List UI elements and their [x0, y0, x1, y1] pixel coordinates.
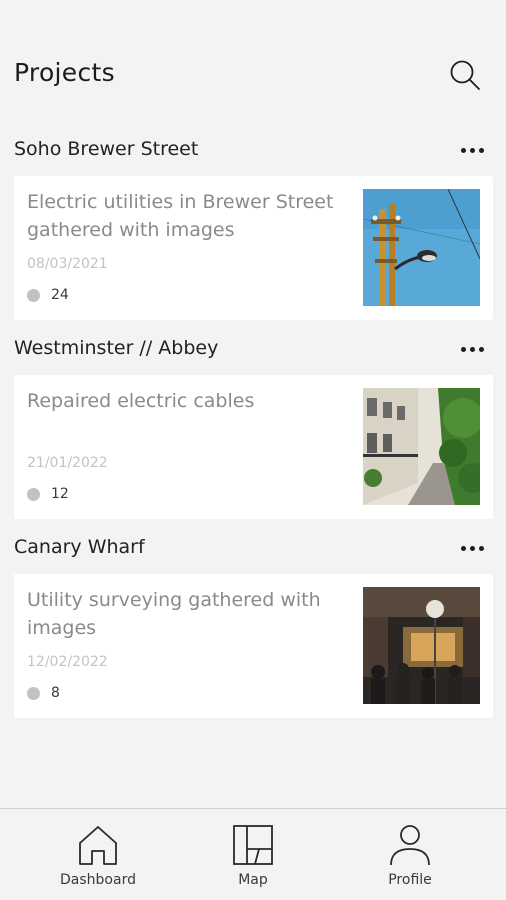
residential-street-photo	[363, 388, 480, 505]
more-dot-icon	[469, 545, 475, 551]
project-header: Westminster // Abbey	[0, 329, 506, 369]
more-dot-icon	[469, 147, 475, 153]
nav-profile-label: Profile	[388, 872, 432, 888]
project-section: Soho Brewer Street Electric utilities in…	[0, 130, 506, 320]
home-icon	[76, 823, 120, 867]
street-lamp-photo	[363, 189, 480, 306]
project-card[interactable]: Utility surveying gathered with images 1…	[14, 574, 493, 718]
project-description: Repaired electric cables	[27, 390, 255, 412]
more-dot-icon	[460, 147, 466, 153]
search-icon	[450, 60, 480, 90]
project-name: Soho Brewer Street	[14, 138, 199, 160]
project-header: Soho Brewer Street	[0, 130, 506, 170]
more-options-button[interactable]	[452, 534, 492, 562]
project-name: Westminster // Abbey	[14, 337, 219, 359]
page-title: Projects	[14, 58, 115, 87]
station-crowd-photo	[363, 587, 480, 704]
nav-map-label: Map	[238, 872, 268, 888]
count-dot-icon	[27, 288, 40, 302]
bottom-navigation: Dashboard Map Profile	[0, 808, 506, 900]
nav-dashboard-label: Dashboard	[60, 872, 136, 888]
project-card[interactable]: Repaired electric cables 21/01/2022 12	[14, 375, 493, 519]
image-count: 8	[27, 685, 60, 701]
project-name: Canary Wharf	[14, 536, 145, 558]
count-dot-icon	[27, 487, 40, 501]
more-options-button[interactable]	[452, 136, 492, 164]
image-count: 24	[27, 287, 69, 303]
nav-profile[interactable]: Profile	[345, 823, 475, 893]
map-icon	[231, 823, 275, 867]
project-date: 21/01/2022	[27, 455, 108, 471]
user-icon	[388, 823, 432, 867]
image-count-value: 12	[51, 486, 69, 502]
more-dot-icon	[478, 346, 484, 352]
project-header: Canary Wharf	[0, 528, 506, 568]
project-section: Canary Wharf Utility surveying gathered …	[0, 528, 506, 718]
more-dot-icon	[460, 545, 466, 551]
more-dot-icon	[460, 346, 466, 352]
count-dot-icon	[27, 686, 40, 700]
image-count-value: 8	[51, 685, 60, 701]
project-card[interactable]: Electric utilities in Brewer Street gath…	[14, 176, 493, 320]
projects-screen: Projects Soho Brewer Street Electric uti…	[0, 0, 506, 900]
image-count: 12	[27, 486, 69, 502]
more-dot-icon	[469, 346, 475, 352]
project-description: Electric utilities in Brewer Street gath…	[27, 191, 334, 241]
search-button[interactable]	[446, 56, 484, 94]
nav-dashboard[interactable]: Dashboard	[33, 823, 163, 893]
project-description: Utility surveying gathered with images	[27, 589, 321, 639]
more-options-button[interactable]	[452, 335, 492, 363]
image-count-value: 24	[51, 287, 69, 303]
header: Projects	[0, 50, 506, 100]
project-section: Westminster // Abbey Repaired electric c…	[0, 329, 506, 519]
more-dot-icon	[478, 147, 484, 153]
more-dot-icon	[478, 545, 484, 551]
project-date: 12/02/2022	[27, 654, 108, 670]
nav-map[interactable]: Map	[188, 823, 318, 893]
project-date: 08/03/2021	[27, 256, 108, 272]
